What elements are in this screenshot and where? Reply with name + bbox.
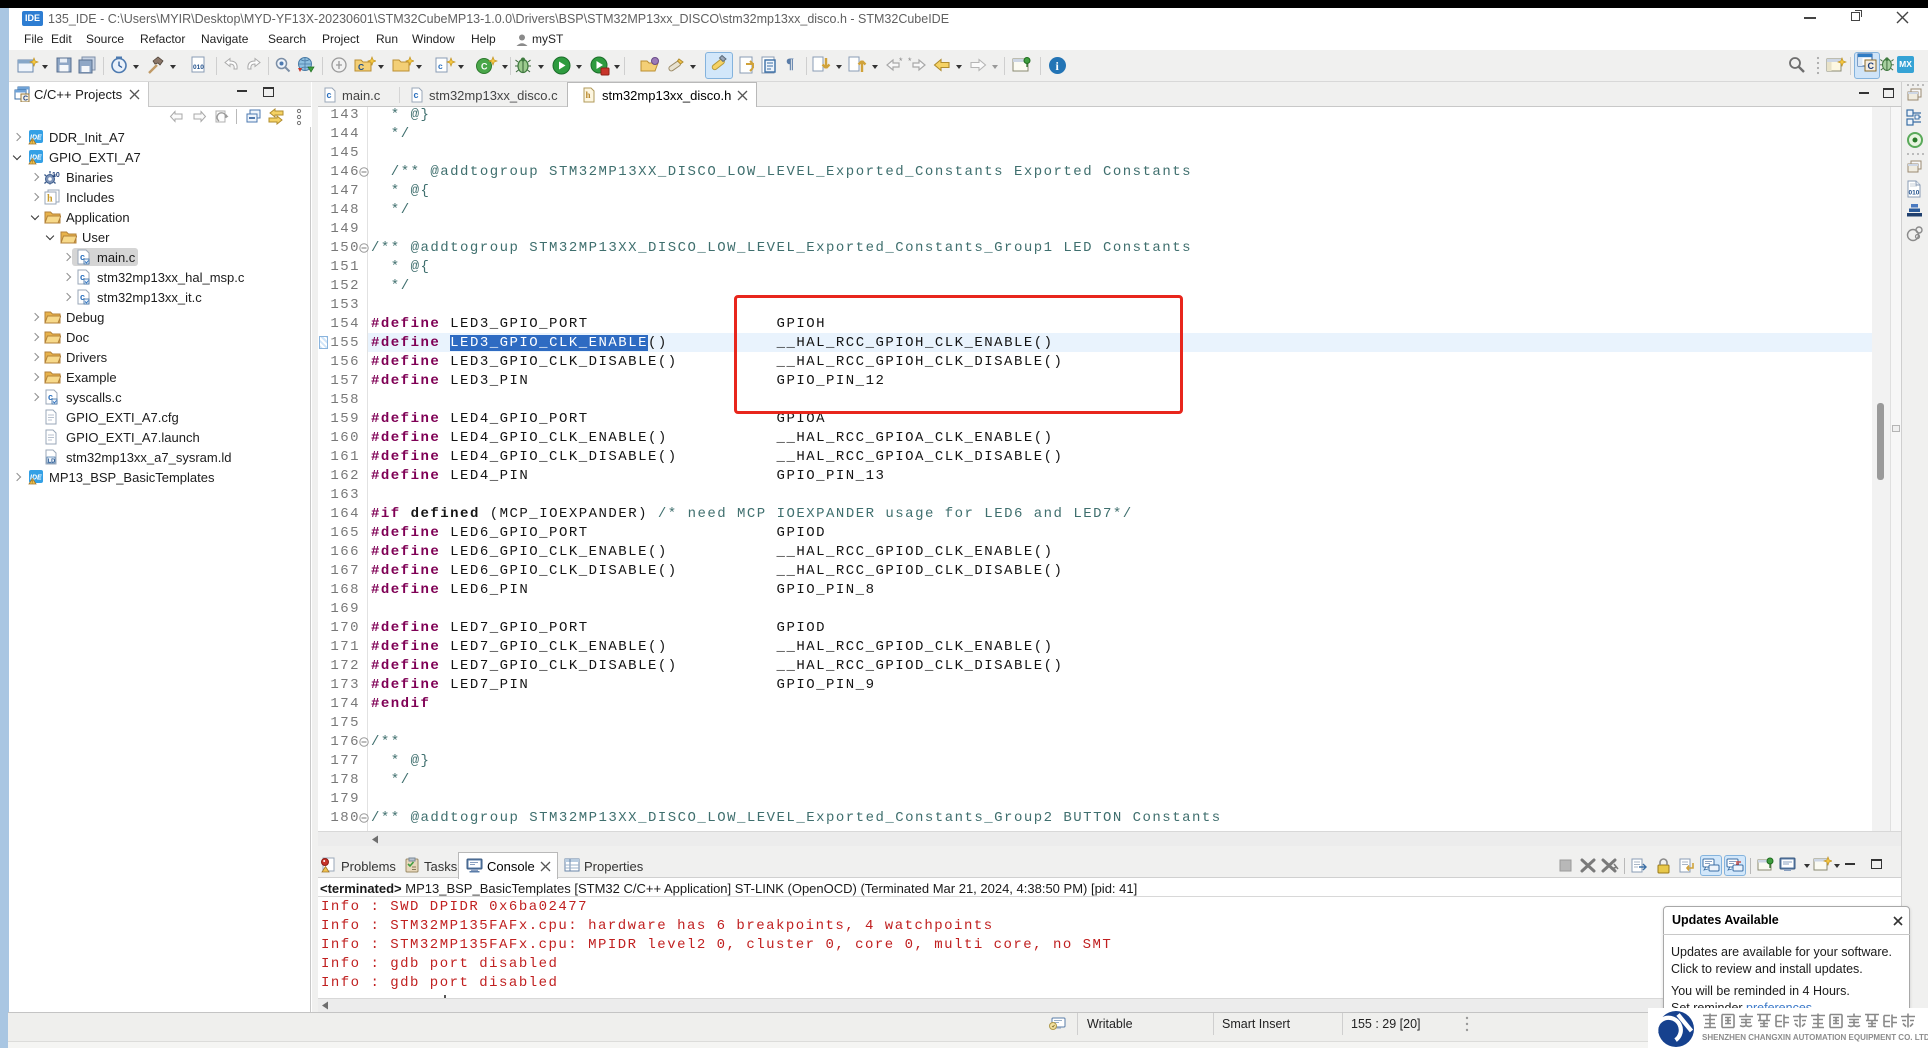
- svg-text:c: c: [414, 90, 419, 100]
- svg-text:h: h: [47, 194, 53, 205]
- svg-text:LD: LD: [48, 458, 55, 464]
- svg-text:10: 10: [52, 172, 60, 179]
- svg-text:C: C: [481, 62, 488, 72]
- svg-text:c: c: [327, 90, 332, 100]
- svg-text:*: *: [899, 56, 903, 66]
- svg-text:c: c: [438, 61, 443, 71]
- svg-text:h: h: [586, 90, 591, 100]
- svg-text:010: 010: [1909, 190, 1920, 197]
- svg-text:010: 010: [193, 64, 204, 71]
- svg-text:C: C: [1868, 61, 1875, 71]
- svg-text:*: *: [908, 56, 912, 66]
- svg-text:C: C: [23, 96, 28, 103]
- svg-text:C: C: [358, 62, 364, 72]
